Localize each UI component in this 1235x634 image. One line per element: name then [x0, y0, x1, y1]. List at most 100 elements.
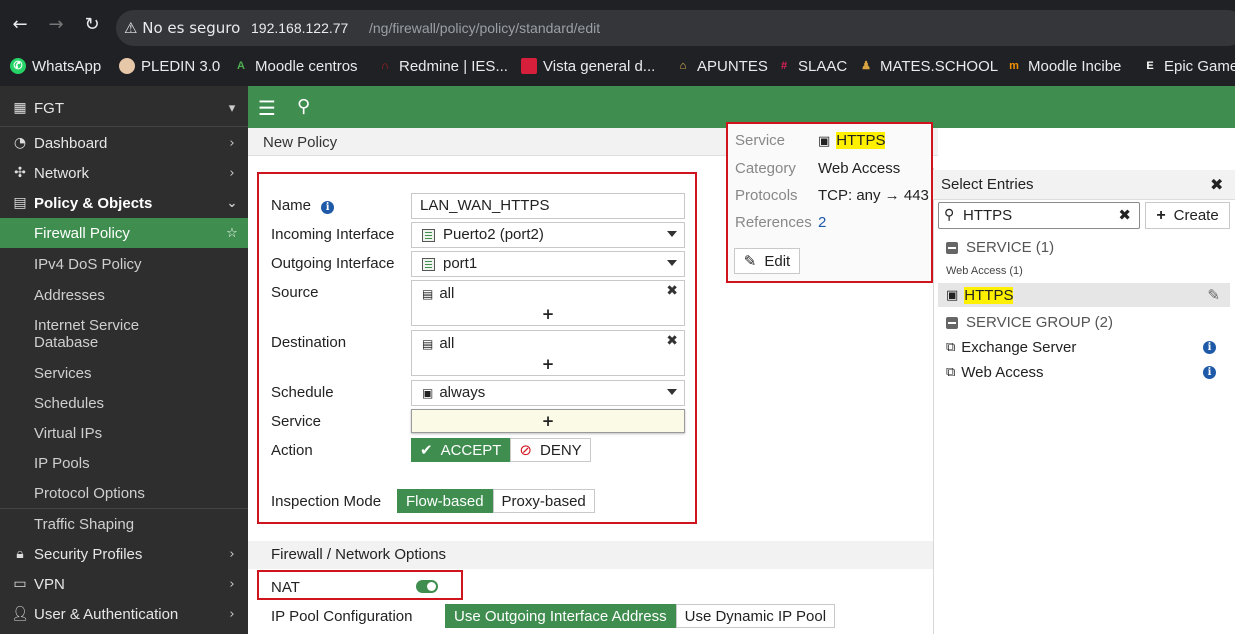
service-field[interactable]: + — [411, 409, 685, 433]
tooltip-category-value: Web Access — [818, 160, 901, 177]
remove-icon[interactable]: ✖ — [666, 333, 678, 349]
dashboard-icon: ◔ — [13, 135, 27, 151]
use-outgoing-interface-button[interactable]: Use Outgoing Interface Address — [445, 604, 676, 628]
service-group-icon: ⧉ — [946, 339, 956, 355]
edit-pencil-icon[interactable]: ✎ — [1207, 286, 1220, 304]
add-destination-button[interactable]: + — [412, 355, 684, 373]
info-icon[interactable]: i — [1203, 365, 1216, 379]
proxy-based-button[interactable]: Proxy-based — [492, 489, 595, 513]
sidebar-item-traffic-shaping[interactable]: Traffic Shaping — [0, 509, 248, 539]
tooltip-edit-button[interactable]: ✎ Edit — [734, 248, 800, 274]
search-icon[interactable]: ⚲ — [297, 96, 310, 117]
bookmark-apuntes[interactable]: ⌂ APUNTES — [675, 57, 768, 75]
plus-icon: + — [1156, 206, 1166, 224]
bookmark-pledin[interactable]: PLEDIN 3.0 — [119, 57, 220, 75]
caret-down-icon — [667, 389, 677, 395]
sidebar-item-dashboard[interactable]: ◔ Dashboard › — [0, 128, 248, 158]
sidebar-item-internet-service-database[interactable]: Internet Service Database — [0, 314, 248, 354]
avatar-icon — [119, 58, 135, 74]
hamburger-menu-icon[interactable]: ☰ — [258, 96, 276, 120]
create-button[interactable]: + Create — [1145, 202, 1230, 229]
sidebar-divider — [0, 126, 248, 127]
sidebar-item-vpn[interactable]: ▭ VPN › — [0, 569, 248, 599]
schedule-select[interactable]: ▣ always — [411, 380, 685, 406]
sidebar-item-policy-objects[interactable]: ▤ Policy & Objects ⌄ — [0, 188, 248, 218]
chevron-right-icon: › — [229, 546, 235, 562]
sidebar-item-firewall-policy[interactable]: Firewall Policy ☆ — [0, 218, 248, 248]
url-host: 192.168.122.77 — [251, 20, 349, 36]
source-field[interactable]: ▤ all ✖ + — [411, 280, 685, 326]
service-icon: ▣ — [818, 134, 831, 149]
slack-icon: # — [780, 60, 788, 72]
action-toggle: ✔ ACCEPT ⊘ DENY — [411, 438, 591, 462]
sidebar-item-virtual-ips[interactable]: Virtual IPs — [0, 418, 248, 448]
lock-icon: 🔒︎ — [16, 546, 24, 562]
reload-icon[interactable]: ↻ — [81, 14, 103, 36]
group-service-group[interactable]: SERVICE GROUP (2) — [946, 314, 1113, 331]
name-label: Name i — [271, 197, 335, 214]
sidebar-item-services[interactable]: Services — [0, 358, 248, 388]
incoming-interface-label: Incoming Interface — [271, 226, 395, 243]
nat-label: NAT — [271, 579, 300, 596]
info-icon[interactable]: i — [1203, 340, 1216, 354]
clear-search-icon[interactable]: ✖ — [1118, 203, 1131, 228]
group-service[interactable]: SERVICE (1) — [946, 239, 1054, 256]
sidebar-item-schedules[interactable]: Schedules — [0, 388, 248, 418]
sidebar-item-network[interactable]: ✣ Network › — [0, 158, 248, 188]
star-icon[interactable]: ☆ — [222, 226, 242, 241]
pencil-icon: ✎ — [743, 252, 757, 270]
schedule-label: Schedule — [271, 384, 334, 401]
destination-field[interactable]: ▤ all ✖ + — [411, 330, 685, 376]
address-list-icon: ▤ — [422, 287, 434, 301]
device-selector[interactable]: ▦ FGT ▾ — [0, 93, 248, 123]
calendar-icon: ▣ — [422, 386, 434, 400]
search-icon: ⚲ — [944, 207, 955, 223]
flow-based-button[interactable]: Flow-based — [397, 489, 493, 513]
section-firewall-network-options: Firewall / Network Options — [271, 546, 447, 563]
select-entries-panel — [933, 168, 1235, 634]
name-input[interactable]: LAN_WAN_HTTPS — [411, 193, 685, 219]
tooltip-service-label: Service — [735, 132, 786, 149]
bookmark-vista-general[interactable]: Vista general d... — [521, 57, 655, 75]
entry-https[interactable]: ▣ HTTPS ✎ — [938, 283, 1230, 307]
sidebar-item-addresses[interactable]: Addresses — [0, 280, 248, 310]
source-label: Source — [271, 284, 319, 301]
deny-button[interactable]: ⊘ DENY — [510, 438, 591, 462]
bookmark-mates-school[interactable]: ♟ MATES.SCHOOL — [858, 57, 998, 75]
check-icon: ✔ — [420, 441, 433, 459]
nat-toggle[interactable] — [416, 580, 438, 593]
sidebar-item-user-authentication[interactable]: 👤︎ User & Authentication › — [0, 599, 248, 629]
close-icon[interactable]: ✖ — [1210, 175, 1223, 194]
accept-button[interactable]: ✔ ACCEPT — [411, 438, 511, 462]
entries-search-input[interactable]: ⚲ HTTPS ✖ — [938, 202, 1140, 229]
sidebar-item-ipv4-dos-policy[interactable]: IPv4 DoS Policy — [0, 249, 248, 279]
use-dynamic-ip-pool-button[interactable]: Use Dynamic IP Pool — [675, 604, 836, 628]
bookmark-moodle-incibe[interactable]: m Moodle Incibe — [1006, 57, 1121, 75]
sidebar-item-ip-pools[interactable]: IP Pools — [0, 448, 248, 478]
bookmark-epic-games[interactable]: EEpic Games — [1142, 57, 1235, 75]
bookmark-redmine[interactable]: ∩ Redmine | IES... — [377, 57, 508, 75]
bookmark-whatsapp[interactable]: ✆ WhatsApp — [10, 57, 101, 75]
info-icon[interactable]: i — [321, 201, 335, 214]
entry-web-access[interactable]: ⧉ Web Access i — [938, 360, 1230, 384]
moodle-icon: A — [237, 60, 245, 72]
incoming-interface-select[interactable]: Puerto2 (port2) — [411, 222, 685, 248]
sidebar-item-security-profiles[interactable]: 🔒︎ Security Profiles › — [0, 539, 248, 569]
entry-exchange-server[interactable]: ⧉ Exchange Server i — [938, 335, 1230, 359]
sidebar-item-protocol-options[interactable]: Protocol Options — [0, 478, 248, 508]
tooltip-service-value: ▣ HTTPS — [818, 132, 886, 149]
remove-icon[interactable]: ✖ — [666, 283, 678, 299]
forward-icon[interactable]: → — [45, 14, 67, 36]
bookmark-moodle-centros[interactable]: A Moodle centros — [233, 57, 358, 75]
caret-down-icon: ▾ — [228, 100, 236, 116]
tooltip-references-link[interactable]: 2 — [818, 214, 826, 231]
insecure-indicator[interactable]: ⚠ No es seguro — [124, 19, 240, 37]
back-icon[interactable]: ← — [9, 14, 31, 36]
add-service-button[interactable]: + — [412, 412, 684, 430]
warning-icon: ⚠ — [124, 19, 138, 37]
bookmark-slaac[interactable]: # SLAAC — [776, 57, 847, 75]
outgoing-interface-select[interactable]: port1 — [411, 251, 685, 277]
user-icon: 👤︎ — [11, 606, 29, 622]
network-icon: ✣ — [14, 165, 26, 181]
add-source-button[interactable]: + — [412, 305, 684, 323]
